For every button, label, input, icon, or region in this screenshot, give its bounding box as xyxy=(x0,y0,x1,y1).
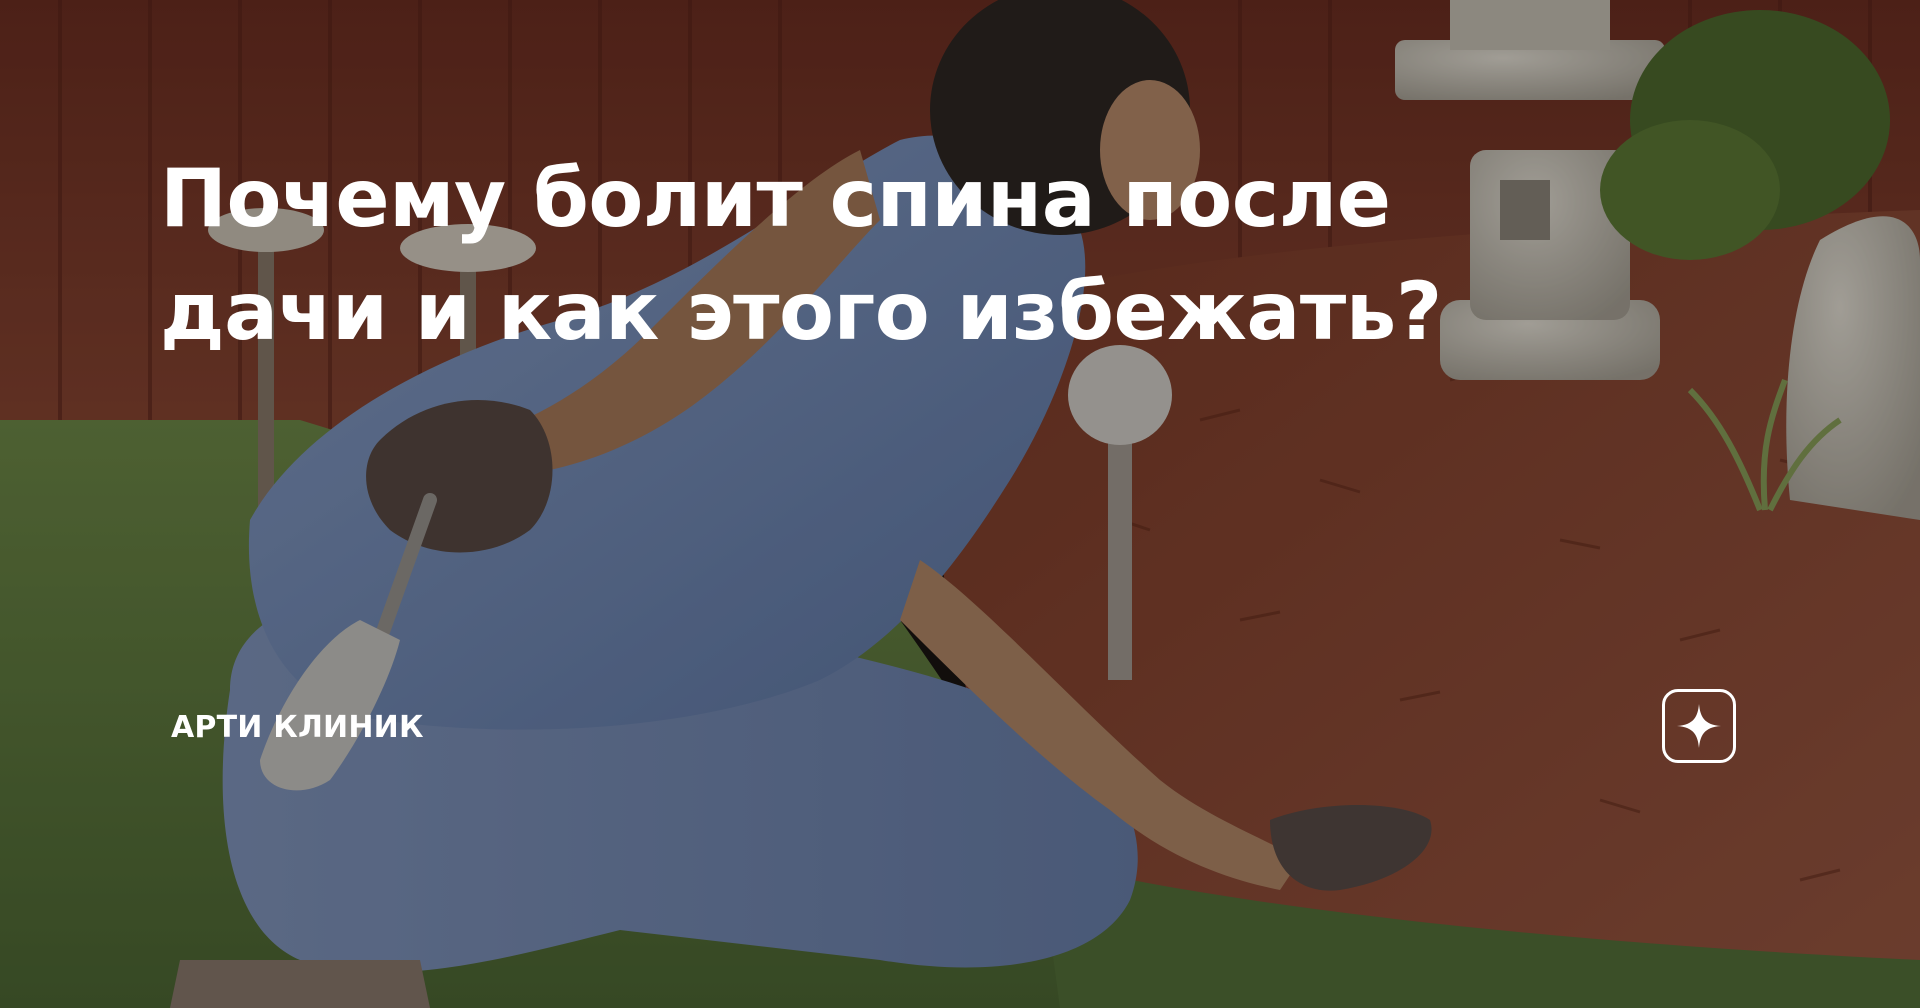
zen-star-icon xyxy=(1677,704,1721,748)
article-title[interactable]: Почему болит спина после дачи и как этог… xyxy=(160,142,1560,368)
channel-name-link[interactable]: АРТИ КЛИНИК xyxy=(171,709,424,747)
article-cover[interactable]: Почему болит спина после дачи и как этог… xyxy=(0,0,1920,1008)
article-title-line-1: Почему болит спина после xyxy=(160,152,1391,245)
article-title-line-2: дачи и как этого избежать? xyxy=(160,265,1442,358)
zen-badge-button[interactable] xyxy=(1662,689,1736,763)
